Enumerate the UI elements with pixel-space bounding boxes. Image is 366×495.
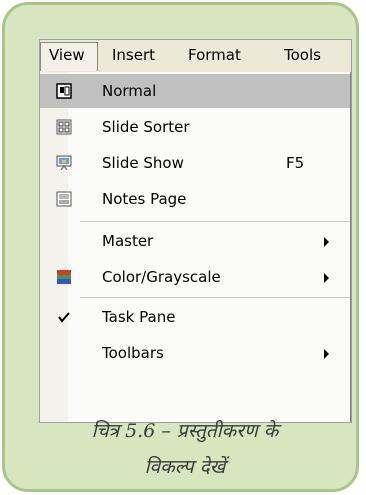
menu-item-label: Slide Sorter xyxy=(102,118,190,136)
menu-item-task-pane[interactable]: Task Pane xyxy=(40,300,350,334)
menu-item-shortcut: F5 xyxy=(286,154,305,172)
menu-item-toolbars[interactable]: Toolbars xyxy=(40,336,350,370)
menu-item-label: Master xyxy=(102,232,154,250)
figure-caption-line-1: चित्र 5.6 – प्रस्तुतीकरण के xyxy=(91,420,279,442)
slide-show-icon xyxy=(56,155,72,171)
menubar-tools[interactable]: Tools xyxy=(284,46,321,64)
menu-item-label: Color/Grayscale xyxy=(102,268,221,286)
menubar-insert[interactable]: Insert xyxy=(112,46,155,64)
figure-caption-line-2: विकल्प देखें xyxy=(144,456,226,478)
submenu-arrow-icon xyxy=(324,349,329,359)
menubar-format[interactable]: Format xyxy=(188,46,241,64)
figure-card: View Insert Format Tools Normal Slide So… xyxy=(2,2,359,492)
color-grayscale-icon xyxy=(57,270,71,284)
menu-separator xyxy=(80,297,350,298)
menu-item-slide-sorter[interactable]: Slide Sorter xyxy=(40,110,350,144)
view-menu-dropdown: Normal Slide Sorter Slide Show F5 Notes … xyxy=(40,72,351,422)
menu-item-label: Notes Page xyxy=(102,190,187,208)
checkmark-icon xyxy=(58,312,70,323)
normal-view-icon xyxy=(56,83,72,99)
menu-item-label: Normal xyxy=(102,82,157,100)
menu-item-master[interactable]: Master xyxy=(40,224,350,258)
menu-item-notes-page[interactable]: Notes Page xyxy=(40,182,350,216)
menu-item-normal[interactable]: Normal xyxy=(40,74,350,108)
menu-bar: View Insert Format Tools xyxy=(40,40,351,73)
submenu-arrow-icon xyxy=(324,273,329,283)
menu-item-label: Task Pane xyxy=(102,308,176,326)
menubar-view[interactable]: View xyxy=(49,46,85,64)
slide-sorter-icon xyxy=(56,119,72,135)
menu-item-label: Slide Show xyxy=(102,154,184,172)
menu-item-color-grayscale[interactable]: Color/Grayscale xyxy=(40,260,350,294)
menu-separator xyxy=(80,221,350,222)
menu-screenshot: View Insert Format Tools Normal Slide So… xyxy=(39,39,352,423)
submenu-arrow-icon xyxy=(324,237,329,247)
notes-page-icon xyxy=(56,191,72,207)
menu-item-slide-show[interactable]: Slide Show F5 xyxy=(40,146,350,180)
menu-item-label: Toolbars xyxy=(102,344,164,362)
